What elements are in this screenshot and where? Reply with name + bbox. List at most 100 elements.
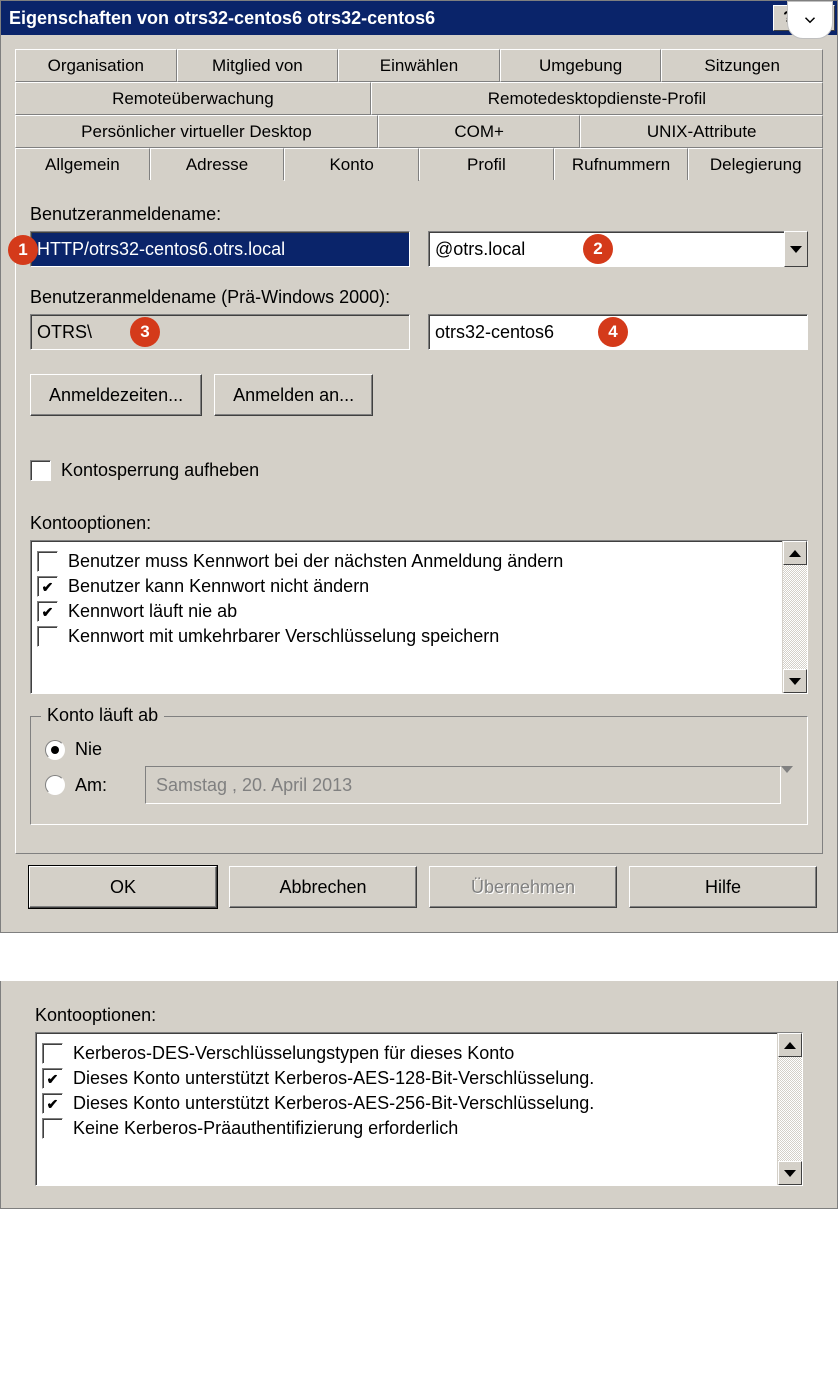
opt-des-label: Kerberos-DES-Verschlüsselungstypen für d…: [73, 1043, 514, 1064]
opt-aes128-label: Dieses Konto unterstützt Kerberos-AES-12…: [73, 1068, 594, 1089]
opt-aes256[interactable]: ✔ Dieses Konto unterstützt Kerberos-AES-…: [42, 1093, 771, 1114]
tab-organisation[interactable]: Organisation: [15, 49, 177, 82]
expiry-never-label: Nie: [75, 739, 102, 760]
opt-pw-never-expires[interactable]: ✔ Kennwort läuft nie ab: [37, 601, 776, 622]
window-title: Eigenschaften von otrs32-centos6 otrs32-…: [9, 8, 435, 29]
checkmark-icon: ✔: [42, 580, 54, 594]
opt-must-change-pw[interactable]: Benutzer muss Kennwort bei der nächsten …: [37, 551, 776, 572]
callout-badge-4: 4: [598, 317, 628, 347]
opt-reversible-enc[interactable]: Kennwort mit umkehrbarer Verschlüsselung…: [37, 626, 776, 647]
scroll-up-button[interactable]: [783, 541, 807, 565]
dialog-action-row: OK Abbrechen Übernehmen Hilfe: [15, 854, 823, 922]
logon-to-button[interactable]: Anmelden an...: [214, 374, 373, 416]
opt-must-change-pw-label: Benutzer muss Kennwort bei der nächsten …: [68, 551, 563, 572]
checkbox-icon: ✔: [37, 576, 58, 597]
checkmark-icon: ✔: [47, 1097, 59, 1111]
help-button-bottom[interactable]: Hilfe: [629, 866, 817, 908]
checkbox-icon: ✔: [42, 1068, 63, 1089]
account-expiry-legend: Konto läuft ab: [41, 705, 164, 726]
cancel-button[interactable]: Abbrechen: [229, 866, 417, 908]
expiry-on-radio[interactable]: Am: Samstag , 20. April 2013: [45, 766, 793, 804]
expiry-date-picker: Samstag , 20. April 2013: [145, 766, 781, 804]
arrow-up-icon: [784, 1042, 796, 1049]
scroll-track[interactable]: [783, 565, 807, 669]
scroll-up-button[interactable]: [778, 1033, 802, 1057]
scroll-down-button[interactable]: [778, 1161, 802, 1185]
logon-name-label: Benutzeranmeldename:: [30, 204, 808, 225]
logon-name-input[interactable]: HTTP/otrs32-centos6.otrs.local: [30, 231, 410, 267]
chevron-down-icon: [801, 11, 819, 29]
apply-button: Übernehmen: [429, 866, 617, 908]
opt-des[interactable]: Kerberos-DES-Verschlüsselungstypen für d…: [42, 1043, 771, 1064]
scroll-track[interactable]: [778, 1057, 802, 1161]
tab-unix[interactable]: UNIX-Attribute: [580, 115, 823, 148]
unlock-account-checkbox[interactable]: Kontosperrung aufheben: [30, 460, 808, 481]
dropdown-overlay-button[interactable]: [787, 1, 833, 39]
expiry-on-label: Am:: [75, 775, 135, 796]
tab-pvd[interactable]: Persönlicher virtueller Desktop: [15, 115, 378, 148]
tab-panel-konto: Benutzeranmeldename: 1 HTTP/otrs32-cento…: [15, 180, 823, 854]
logon-hours-button[interactable]: Anmeldezeiten...: [30, 374, 202, 416]
arrow-down-icon: [784, 1170, 796, 1177]
tab-remoteueberwachung[interactable]: Remoteüberwachung: [15, 82, 371, 115]
opt-aes128[interactable]: ✔ Dieses Konto unterstützt Kerberos-AES-…: [42, 1068, 771, 1089]
tab-allgemein[interactable]: Allgemein: [15, 148, 150, 181]
opt-no-preauth[interactable]: Keine Kerberos-Präauthentifizierung erfo…: [42, 1118, 771, 1139]
tab-umgebung[interactable]: Umgebung: [500, 49, 662, 82]
domain-suffix-dropdown-button[interactable]: [784, 231, 808, 267]
callout-badge-3: 3: [130, 317, 160, 347]
dialog-body: Organisation Mitglied von Einwählen Umge…: [1, 35, 837, 932]
scroll-down-button[interactable]: [783, 669, 807, 693]
opt-cannot-change-pw-label: Benutzer kann Kennwort nicht ändern: [68, 576, 369, 597]
expiry-never-radio[interactable]: Nie: [45, 739, 793, 760]
checkbox-icon: [37, 551, 58, 572]
properties-dialog: Eigenschaften von otrs32-centos6 otrs32-…: [0, 0, 838, 933]
tab-adresse[interactable]: Adresse: [150, 148, 285, 181]
tab-einwaehlen[interactable]: Einwählen: [338, 49, 500, 82]
radio-dot-icon: [51, 746, 59, 754]
account-options-label-2: Kontooptionen:: [35, 1005, 803, 1026]
tab-profil[interactable]: Profil: [419, 148, 554, 181]
tab-remotedesktop-profil[interactable]: Remotedesktopdienste-Profil: [371, 82, 823, 115]
tab-mitglied-von[interactable]: Mitglied von: [177, 49, 339, 82]
pre2000-domain-input: OTRS\: [30, 314, 410, 350]
tab-strip: Organisation Mitglied von Einwählen Umge…: [15, 49, 823, 854]
opt-reversible-enc-label: Kennwort mit umkehrbarer Verschlüsselung…: [68, 626, 499, 647]
chevron-down-icon: [790, 246, 802, 253]
account-expiry-group: Konto läuft ab Nie Am: Samstag , 20. Apr…: [30, 716, 808, 825]
pre2000-label: Benutzeranmeldename (Prä-Windows 2000):: [30, 287, 808, 308]
title-bar: Eigenschaften von otrs32-centos6 otrs32-…: [1, 1, 837, 35]
checkbox-icon: [37, 626, 58, 647]
radio-icon: [45, 775, 65, 795]
arrow-up-icon: [789, 550, 801, 557]
opt-cannot-change-pw[interactable]: ✔ Benutzer kann Kennwort nicht ändern: [37, 576, 776, 597]
opt-no-preauth-label: Keine Kerberos-Präauthentifizierung erfo…: [73, 1118, 458, 1139]
tab-delegierung[interactable]: Delegierung: [688, 148, 823, 181]
checkbox-icon: ✔: [42, 1093, 63, 1114]
opt-pw-never-expires-label: Kennwort läuft nie ab: [68, 601, 237, 622]
options-scrollbar[interactable]: [782, 541, 807, 693]
options2-scrollbar[interactable]: [777, 1033, 802, 1185]
checkmark-icon: ✔: [42, 605, 54, 619]
account-options-label: Kontooptionen:: [30, 513, 808, 534]
callout-badge-2: 2: [583, 234, 613, 264]
opt-aes256-label: Dieses Konto unterstützt Kerberos-AES-25…: [73, 1093, 594, 1114]
checkbox-icon: [42, 1118, 63, 1139]
tab-konto[interactable]: Konto: [284, 148, 419, 181]
unlock-account-label: Kontosperrung aufheben: [61, 460, 259, 481]
callout-badge-1: 1: [8, 235, 38, 265]
arrow-down-icon: [789, 678, 801, 685]
tab-rufnummern[interactable]: Rufnummern: [554, 148, 689, 181]
ok-button[interactable]: OK: [29, 866, 217, 908]
account-options-panel-2: Kontooptionen: Kerberos-DES-Verschlüssel…: [0, 981, 838, 1209]
tab-sitzungen[interactable]: Sitzungen: [661, 49, 823, 82]
account-options-listbox: Benutzer muss Kennwort bei der nächsten …: [30, 540, 808, 694]
checkbox-icon: [30, 460, 51, 481]
expiry-date-dropdown-button: [781, 766, 793, 802]
radio-icon: [45, 740, 65, 760]
account-options-listbox-2: Kerberos-DES-Verschlüsselungstypen für d…: [35, 1032, 803, 1186]
tab-complus[interactable]: COM+: [378, 115, 581, 148]
checkbox-icon: ✔: [37, 601, 58, 622]
checkmark-icon: ✔: [47, 1072, 59, 1086]
chevron-down-icon: [781, 766, 793, 773]
